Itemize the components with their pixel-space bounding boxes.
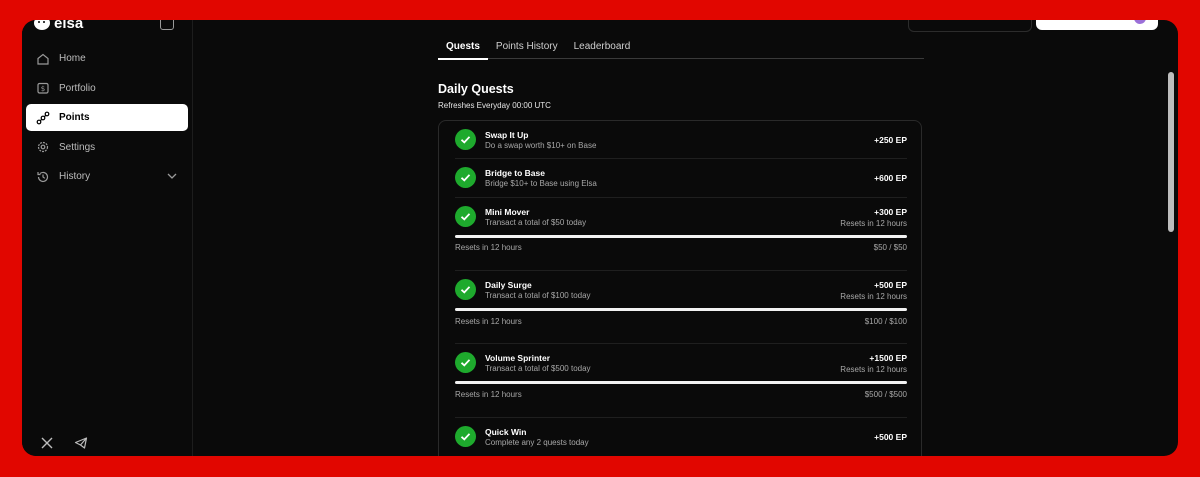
- quest-reset-time: Resets in 12 hours: [840, 365, 907, 374]
- points-icon: [36, 111, 50, 125]
- progress-amount: $50 / $50: [873, 243, 907, 252]
- progress-fill: [455, 235, 907, 238]
- quest-name: Bridge to Base: [485, 168, 545, 178]
- quest-description: Complete any 2 quests today: [485, 438, 589, 447]
- quest-name: Volume Sprinter: [485, 353, 551, 363]
- quest-name: Quick Win: [485, 427, 527, 437]
- collapse-sidebar-icon[interactable]: [160, 20, 174, 30]
- quest-reward: +250 EP: [874, 135, 907, 145]
- section-title: Daily Quests: [438, 82, 514, 96]
- quest-name: Swap It Up: [485, 130, 529, 140]
- quest-description: Transact a total of $100 today: [485, 291, 591, 300]
- progress-fill: [455, 381, 907, 384]
- checkmark-icon: [455, 167, 476, 188]
- sidebar-nav: Home $ Portfolio Points Settings History: [26, 45, 188, 193]
- checkmark-icon: [455, 206, 476, 227]
- points-tabs: Quests Points History Leaderboard: [438, 38, 924, 60]
- divider: [455, 343, 907, 344]
- svg-text:$: $: [41, 85, 45, 93]
- quest-reward: +300 EP: [874, 207, 907, 217]
- sidebar-item-history[interactable]: History: [26, 163, 188, 190]
- x-twitter-icon[interactable]: [40, 436, 54, 455]
- tab-quests[interactable]: Quests: [438, 38, 488, 60]
- checkmark-icon: [455, 129, 476, 150]
- home-icon: [36, 52, 50, 66]
- quest-progress-bar: [455, 235, 907, 238]
- sidebar-item-points[interactable]: Points: [26, 104, 188, 131]
- quest-name: Mini Mover: [485, 207, 530, 217]
- divider: [455, 270, 907, 271]
- quest-progress-bar: [455, 381, 907, 384]
- progress-reset-label: Resets in 12 hours: [455, 243, 522, 252]
- quest-reward: +500 EP: [874, 432, 907, 442]
- sidebar-item-label: Points: [59, 112, 90, 123]
- quest-description: Transact a total of $50 today: [485, 218, 587, 227]
- checkmark-icon: [455, 426, 476, 447]
- brand-logo[interactable]: elsa: [34, 20, 83, 32]
- wallet-icon: $: [36, 81, 50, 95]
- wallet-selector[interactable]: [908, 20, 1032, 32]
- quests-card: Swap It Up Do a swap worth $10+ on Base …: [438, 120, 922, 456]
- sidebar-item-home[interactable]: Home: [26, 45, 188, 72]
- quest-description: Do a swap worth $10+ on Base: [485, 141, 597, 150]
- section-subtitle: Refreshes Everyday 00:00 UTC: [438, 101, 551, 110]
- sidebar-item-portfolio[interactable]: $ Portfolio: [26, 75, 188, 102]
- progress-reset-label: Resets in 12 hours: [455, 390, 522, 399]
- elsa-logo-icon: [34, 20, 50, 30]
- quest-reward: +500 EP: [874, 280, 907, 290]
- telegram-icon[interactable]: [74, 436, 88, 455]
- history-icon: [36, 170, 50, 184]
- divider: [455, 197, 907, 198]
- progress-reset-label: Resets in 12 hours: [455, 317, 522, 326]
- gear-icon: [36, 140, 50, 154]
- quest-description: Bridge $10+ to Base using Elsa: [485, 179, 597, 188]
- chevron-down-icon[interactable]: [166, 171, 178, 184]
- quest-name: Daily Surge: [485, 280, 532, 290]
- progress-amount: $100 / $100: [864, 317, 907, 326]
- progress-fill: [455, 308, 907, 311]
- quest-reward: +600 EP: [874, 173, 907, 183]
- app-window: elsa Home $ Portfolio Points Settings Hi…: [22, 20, 1178, 456]
- social-links: [40, 436, 88, 455]
- sidebar: elsa Home $ Portfolio Points Settings Hi…: [22, 20, 193, 456]
- tab-points-history[interactable]: Points History: [488, 38, 566, 58]
- checkmark-icon: [455, 352, 476, 373]
- sidebar-item-label: Settings: [59, 141, 96, 153]
- quest-reset-time: Resets in 12 hours: [840, 292, 907, 301]
- quest-reward: +1500 EP: [869, 353, 907, 363]
- divider: [455, 158, 907, 159]
- sidebar-item-label: Home: [59, 53, 86, 64]
- sidebar-item-label: Portfolio: [59, 82, 96, 94]
- divider: [455, 417, 907, 418]
- tab-leaderboard[interactable]: Leaderboard: [566, 38, 639, 58]
- quest-description: Transact a total of $500 today: [485, 364, 591, 373]
- progress-amount: $500 / $500: [864, 390, 907, 399]
- quest-reset-time: Resets in 12 hours: [840, 219, 907, 228]
- quest-progress-bar: [455, 308, 907, 311]
- page-scrollbar[interactable]: [1168, 72, 1174, 232]
- sidebar-item-settings[interactable]: Settings: [26, 134, 188, 161]
- account-button[interactable]: [1036, 20, 1158, 30]
- brand-name: elsa: [54, 20, 84, 32]
- sidebar-item-label: History: [59, 171, 91, 182]
- checkmark-icon: [455, 279, 476, 300]
